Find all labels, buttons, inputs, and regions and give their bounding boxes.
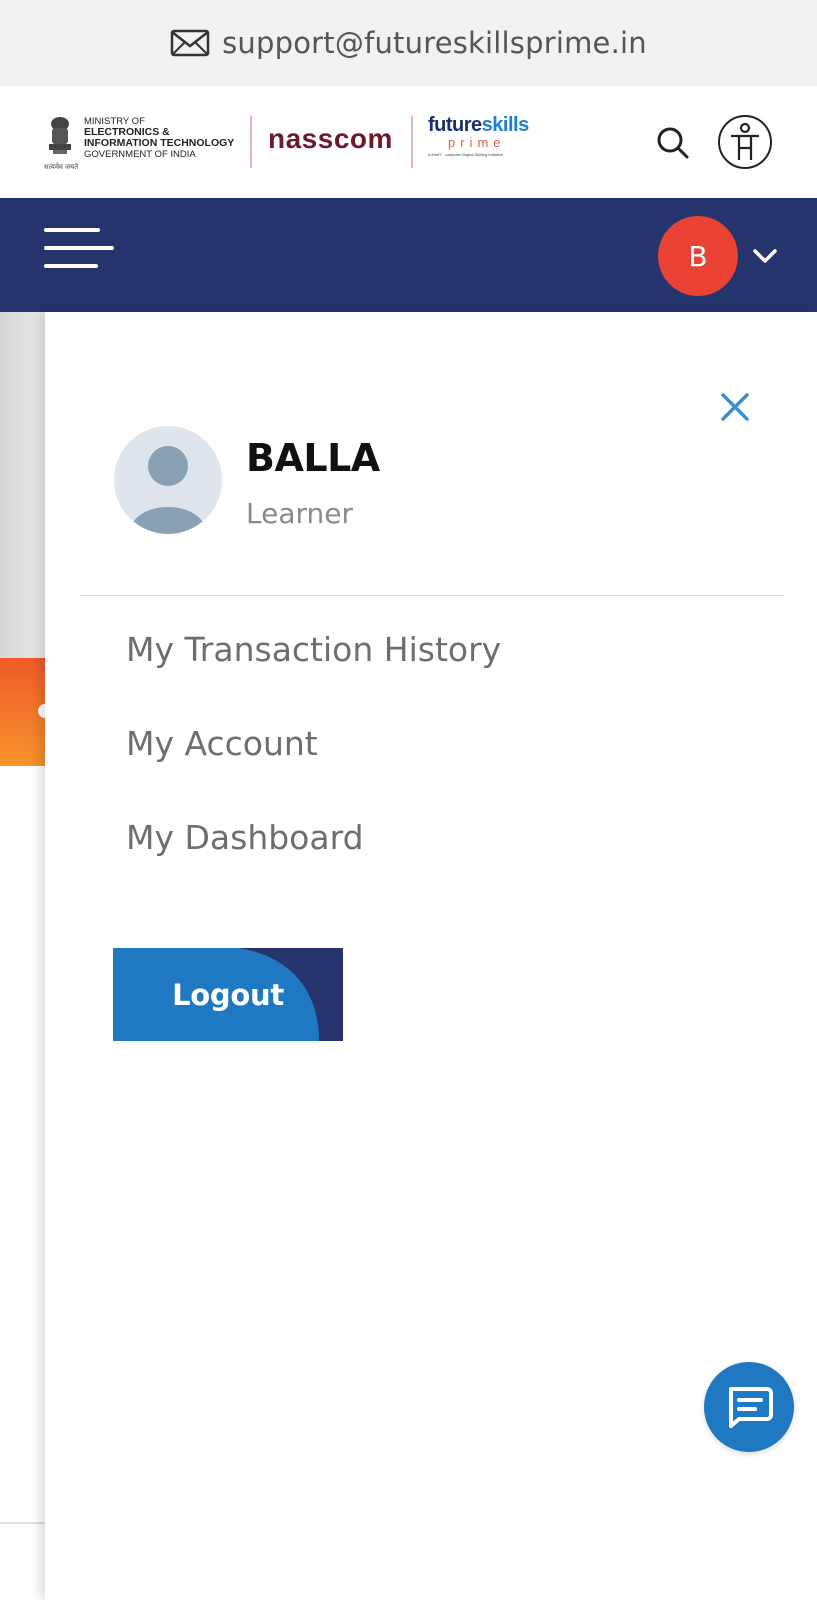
logo-divider	[411, 116, 413, 168]
meity-line-3: INFORMATION TECHNOLOGY	[84, 137, 235, 149]
logo-prime: prime	[448, 135, 506, 150]
accessibility-button[interactable]	[718, 115, 772, 169]
logo-tagline: A MeitY - nasscom Digital Skilling Initi…	[428, 152, 504, 157]
meity-logo[interactable]: MINISTRY OF ELECTRONICS & INFORMATION TE…	[44, 114, 234, 166]
mail-icon	[170, 29, 210, 57]
background-banner-accent	[0, 658, 52, 766]
user-avatar-icon	[130, 446, 206, 534]
chat-button[interactable]	[704, 1362, 794, 1452]
profile-name: BALLA	[246, 436, 380, 480]
menu-item-transaction-history[interactable]: My Transaction History	[126, 630, 501, 669]
hamburger-menu-icon[interactable]	[44, 228, 114, 272]
profile-avatar	[114, 426, 222, 534]
avatar-initial: B	[688, 239, 708, 273]
close-icon[interactable]	[720, 392, 750, 422]
logo-skills: skills	[481, 114, 530, 136]
profile-role: Learner	[246, 497, 353, 530]
emblem-caption: सत्यमेव जयते	[44, 164, 79, 171]
chat-icon	[729, 1387, 773, 1428]
support-bar: support@futureskillsprime.in	[0, 0, 817, 86]
nasscom-logo[interactable]: nasscom	[268, 123, 393, 155]
logout-button[interactable]: Logout	[113, 948, 343, 1041]
futureskills-prime-logo[interactable]: futureskills prime A MeitY - nasscom Dig…	[428, 114, 532, 170]
logo-header: MINISTRY OF ELECTRONICS & INFORMATION TE…	[0, 86, 817, 198]
chevron-down-icon[interactable]	[752, 246, 778, 266]
national-emblem-icon	[49, 117, 71, 154]
logout-label: Logout	[172, 977, 284, 1012]
search-icon[interactable]	[656, 126, 690, 160]
background-divider	[0, 1522, 45, 1524]
accessibility-icon	[731, 122, 759, 160]
background-banner	[0, 312, 45, 658]
menu-item-my-account[interactable]: My Account	[126, 724, 318, 763]
user-avatar-button[interactable]: B	[658, 216, 738, 296]
meity-line-4: GOVERNMENT OF INDIA	[84, 149, 196, 160]
logo-future: future	[428, 114, 482, 136]
drawer-divider	[80, 595, 784, 596]
logo-divider	[250, 116, 252, 168]
menu-item-my-dashboard[interactable]: My Dashboard	[126, 818, 364, 857]
support-email-link[interactable]: support@futureskillsprime.in	[222, 26, 647, 60]
